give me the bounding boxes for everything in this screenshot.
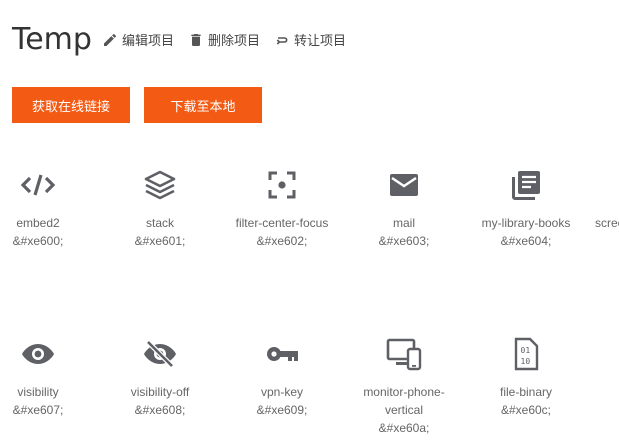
icon-name-line2: vertical (384, 403, 423, 417)
embed-icon (20, 174, 56, 196)
icon-card[interactable]: stack &#xe601; (90, 168, 230, 250)
icon-name: file-binary (499, 385, 553, 399)
icon-name: stack (145, 216, 174, 230)
icon-card[interactable]: visibility-off &#xe608; (90, 337, 230, 419)
icon-card[interactable]: my-library-books &#xe604; (456, 168, 596, 250)
stack-icon (144, 170, 176, 200)
monitor-phone-icon (386, 338, 422, 371)
visibility-off-icon (144, 340, 176, 368)
icon-name: visibility-off (130, 385, 190, 399)
mail-icon (390, 174, 418, 196)
icon-code: &#xe601; (134, 234, 186, 248)
icon-name: mail (392, 216, 415, 230)
icon-grid: embed2 &#xe600; stack &#xe601; filter-ce… (0, 0, 619, 441)
icon-card[interactable]: monitor-phone- vertical &#xe60a; (334, 337, 474, 437)
icon-name: scree (595, 216, 619, 230)
icon-card[interactable]: vpn-key &#xe609; (212, 337, 352, 419)
icon-name: vpn-key (260, 385, 304, 399)
icon-code: &#xe60c; (500, 403, 552, 417)
file-binary-icon: 01 10 (514, 337, 539, 371)
svg-text:01: 01 (521, 346, 531, 355)
icon-name: filter-center-focus (235, 216, 329, 230)
icon-card[interactable]: 01 10 file-binary &#xe60c; (456, 337, 596, 419)
icon-code: &#xe602; (256, 234, 308, 248)
vpn-key-icon (267, 347, 298, 361)
icon-card[interactable]: filter-center-focus &#xe602; (212, 168, 352, 250)
icon-code: &#xe60a; (378, 421, 430, 435)
icon-name: my-library-books (481, 216, 571, 230)
icon-name: monitor-phone- (363, 385, 445, 399)
icon-code: &#xe608; (134, 403, 186, 417)
svg-text:10: 10 (521, 357, 531, 366)
icon-card[interactable]: scree (579, 168, 619, 232)
icon-code: &#xe603; (378, 234, 430, 248)
library-books-icon (512, 171, 540, 200)
visibility-icon (22, 344, 54, 364)
icon-code: &#xe609; (256, 403, 308, 417)
icon-code: &#xe604; (500, 234, 552, 248)
filter-center-focus-icon (268, 171, 296, 199)
icon-card[interactable]: mail &#xe603; (334, 168, 474, 250)
